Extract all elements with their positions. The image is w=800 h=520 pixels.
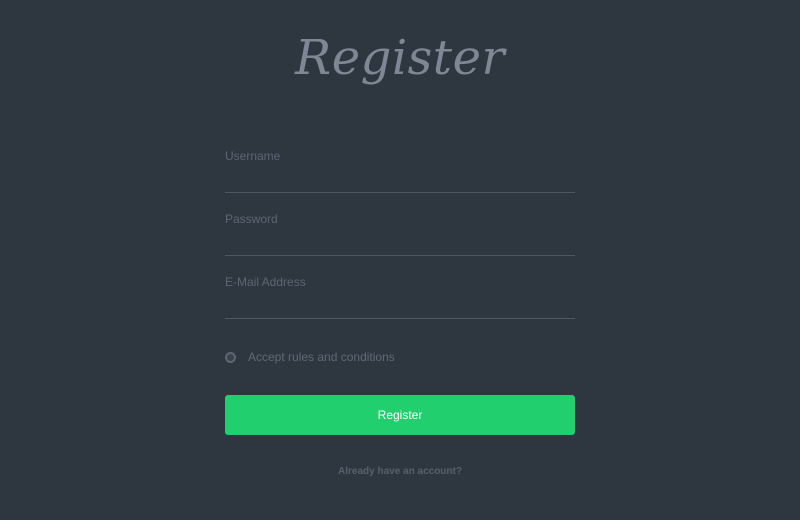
register-form: Accept rules and conditions Register Alr… (225, 0, 575, 520)
username-field-wrapper (225, 145, 575, 193)
accept-rules-row[interactable]: Accept rules and conditions (225, 348, 395, 366)
username-input[interactable] (225, 145, 575, 192)
login-link[interactable]: Already have an account? (225, 466, 575, 477)
accept-rules-checkbox[interactable] (225, 351, 236, 363)
password-field-wrapper (225, 208, 575, 256)
email-input[interactable] (225, 271, 575, 318)
email-field-wrapper (225, 271, 575, 319)
accept-rules-label: Accept rules and conditions (248, 350, 395, 364)
register-button[interactable]: Register (225, 395, 575, 435)
password-input[interactable] (225, 208, 575, 255)
